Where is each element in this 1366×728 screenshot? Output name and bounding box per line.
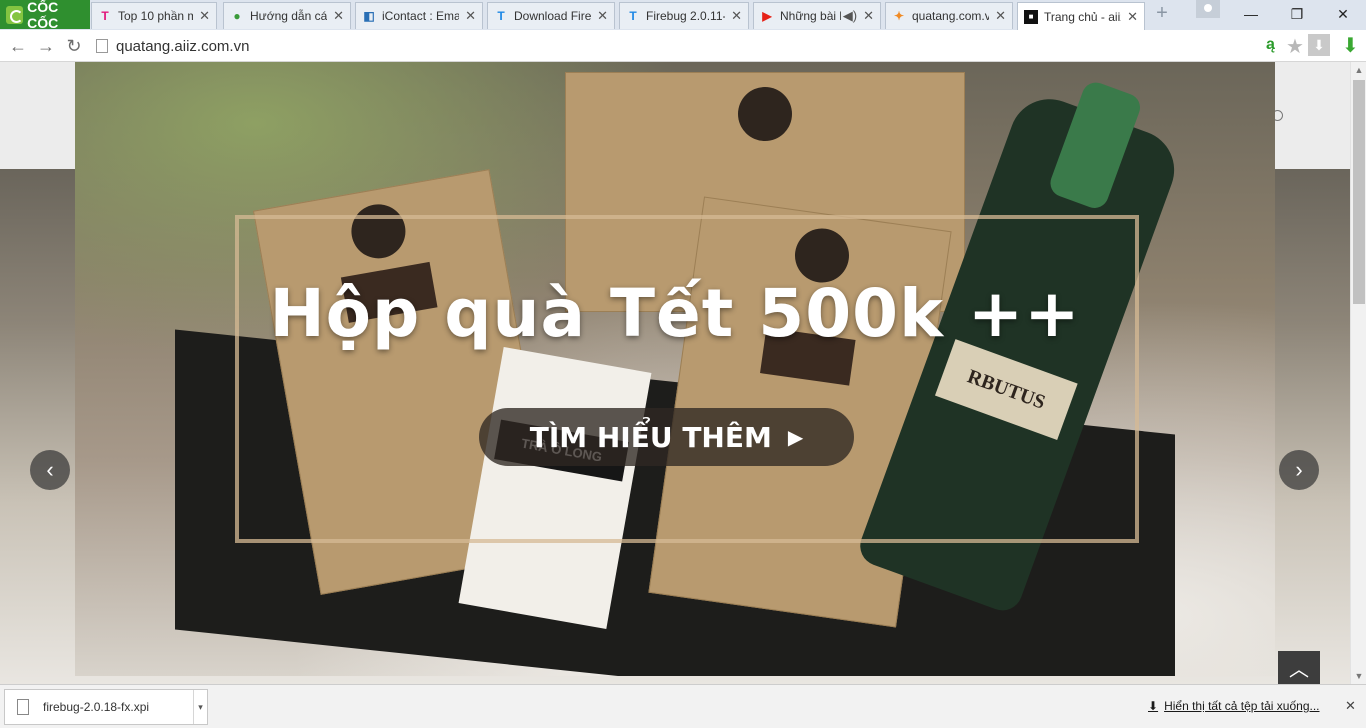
- bottle-neck: [1046, 78, 1144, 212]
- close-tab-icon[interactable]: ✕: [597, 8, 608, 24]
- downloads-icon[interactable]: ⬇: [1342, 33, 1359, 58]
- chevron-right-icon: ›: [1295, 457, 1303, 482]
- bookmark-star-icon[interactable]: ★: [1286, 34, 1304, 59]
- tab-title: Top 10 phần m: [118, 9, 194, 23]
- tab-download-firebug[interactable]: T Download Fire ✕: [487, 2, 615, 29]
- page-scrollbar[interactable]: ▲ ▼: [1350, 62, 1366, 684]
- back-button[interactable]: ←: [6, 34, 30, 58]
- coccoc-menu-button[interactable]: CỐC CỐC: [0, 0, 90, 31]
- bag-seal: [738, 87, 792, 141]
- youtube-icon: ▶: [762, 9, 772, 23]
- brand-label: CỐC CỐC: [27, 0, 59, 31]
- learn-more-label: TÌM HIỂU THÊM: [529, 420, 772, 454]
- close-tab-icon[interactable]: ✕: [333, 8, 344, 24]
- url-input[interactable]: [116, 37, 1216, 55]
- chevron-left-icon: ‹: [46, 457, 54, 482]
- hero-frame: [235, 215, 1139, 543]
- scrollbar-thumb[interactable]: [1353, 80, 1365, 304]
- tab-huong-dan[interactable]: ● Hướng dẫn các ✕: [223, 2, 351, 29]
- tab-favicon-t-icon: T: [497, 9, 505, 23]
- download-options-caret-icon[interactable]: ▾: [193, 690, 207, 724]
- tab-title: iContact : Emai: [382, 9, 460, 23]
- download-item[interactable]: firebug-2.0.18-fx.xpi ▾: [4, 689, 208, 725]
- hero-headline: Hộp quà Tết 500k ++: [269, 275, 1081, 352]
- new-tab-button[interactable]: +: [1152, 3, 1172, 24]
- tab-title: Trang chủ - aiiz: [1044, 9, 1122, 24]
- media-download-icon[interactable]: ⬇: [1308, 34, 1330, 56]
- close-tab-icon[interactable]: ✕: [465, 8, 476, 24]
- close-tab-icon[interactable]: ✕: [199, 8, 210, 24]
- tab-trang-chu[interactable]: ■ Trang chủ - aiiz ✕: [1017, 2, 1145, 30]
- close-window-button[interactable]: ✕: [1320, 0, 1366, 28]
- tab-youtube[interactable]: ▶ Những bài h ◀) ✕: [753, 2, 881, 29]
- tab-favicon-t-icon: T: [101, 9, 109, 23]
- github-icon: ●: [233, 9, 241, 23]
- scroll-to-top-button[interactable]: ︿: [1278, 651, 1320, 684]
- close-tab-icon[interactable]: ✕: [1127, 9, 1138, 25]
- hero-slider: TRÀ Ô LONG RBUTUS: [75, 62, 1275, 676]
- minimize-button[interactable]: —: [1228, 0, 1274, 28]
- close-tab-icon[interactable]: ✕: [995, 8, 1006, 24]
- quatang-icon: ✦: [893, 9, 905, 23]
- download-arrow-icon: ⬇: [1148, 699, 1159, 713]
- download-shelf: firebug-2.0.18-fx.xpi ▾ ⬇ Hiển thị tất c…: [0, 684, 1366, 728]
- coccoc-logo-icon: [6, 5, 24, 24]
- slider-prev-button[interactable]: ‹: [30, 450, 70, 490]
- browser-toolbar: ← → ↻ ą ★ ⬇ ⬇: [0, 30, 1366, 62]
- scroll-down-arrow-icon[interactable]: ▼: [1351, 668, 1366, 684]
- extension-vietnamese-input-icon[interactable]: ą: [1266, 36, 1275, 54]
- icontact-icon: ◧: [363, 9, 375, 23]
- tab-firebug[interactable]: T Firebug 2.0.11- ✕: [619, 2, 749, 29]
- address-bar[interactable]: [96, 33, 1336, 59]
- tab-title: Hướng dẫn các: [250, 9, 328, 23]
- page-icon: [96, 39, 108, 53]
- tab-top10[interactable]: T Top 10 phần m ✕: [91, 2, 217, 29]
- show-all-label: Hiển thị tất cả tệp tải xuống...: [1164, 699, 1320, 713]
- caret-right-icon: ▶: [787, 425, 804, 449]
- forward-button[interactable]: →: [34, 34, 58, 58]
- restore-button[interactable]: ❐: [1274, 0, 1320, 28]
- file-icon: [17, 699, 29, 715]
- aiiz-icon: ■: [1024, 9, 1038, 24]
- tab-icontact[interactable]: ◧ iContact : Emai ✕: [355, 2, 483, 29]
- scroll-up-arrow-icon[interactable]: ▲: [1351, 62, 1366, 78]
- tab-title: Những bài h: [780, 9, 841, 23]
- tab-title: Download Fire: [514, 9, 592, 23]
- slider-next-button[interactable]: ›: [1279, 450, 1319, 490]
- tab-strip: CỐC CỐC T Top 10 phần m ✕ ● Hướng dẫn cá…: [0, 0, 1366, 31]
- tab-favicon-t-icon: T: [629, 9, 637, 23]
- user-profile-icon[interactable]: [1196, 0, 1220, 18]
- audio-icon: ◀): [842, 8, 858, 23]
- tab-quatang[interactable]: ✦ quatang.com.v ✕: [885, 2, 1013, 29]
- download-file-name: firebug-2.0.18-fx.xpi: [43, 700, 150, 714]
- page-viewport: TRÀ Ô LONG RBUTUS Hộp quà Tết 500k ++ TÌ…: [0, 62, 1350, 684]
- tab-title: quatang.com.v: [912, 9, 990, 23]
- reload-button[interactable]: ↻: [62, 34, 86, 58]
- chevron-up-icon: ︿: [1289, 659, 1309, 681]
- close-tab-icon[interactable]: ✕: [731, 8, 742, 24]
- close-shelf-icon[interactable]: ✕: [1345, 698, 1356, 714]
- show-all-downloads-link[interactable]: ⬇ Hiển thị tất cả tệp tải xuống...: [1148, 699, 1320, 713]
- tab-title: Firebug 2.0.11-: [646, 9, 726, 23]
- learn-more-button[interactable]: TÌM HIỂU THÊM ▶: [479, 408, 854, 466]
- close-tab-icon[interactable]: ✕: [863, 8, 874, 24]
